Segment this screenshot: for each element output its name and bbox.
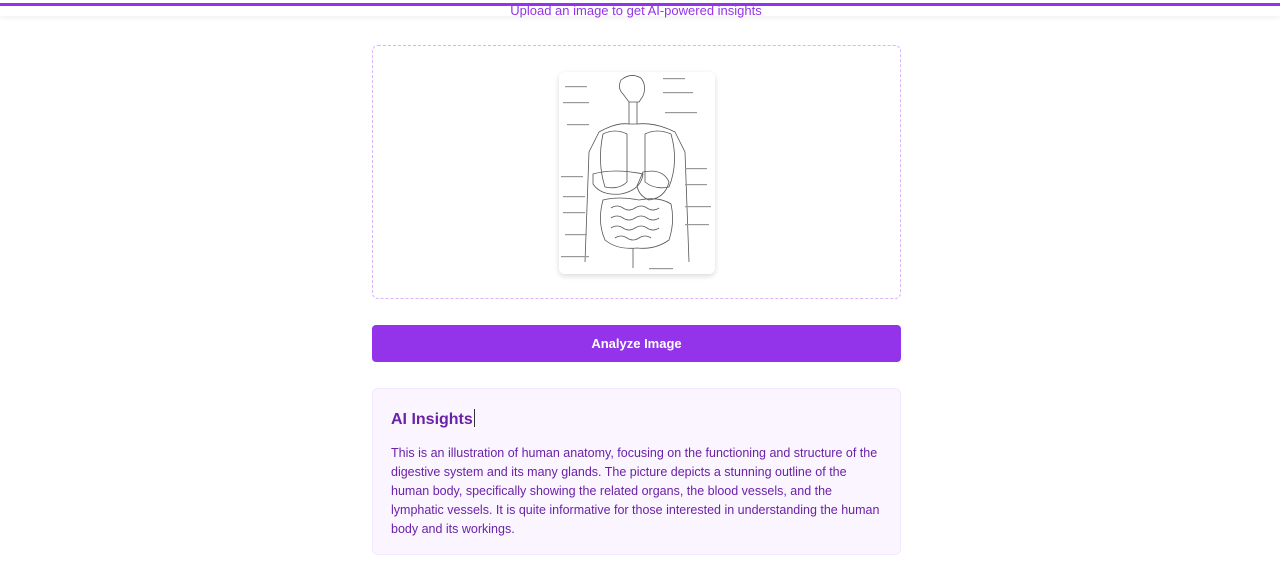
insights-heading: AI Insights	[391, 409, 882, 429]
image-dropzone[interactable]	[372, 45, 901, 299]
ai-insights-panel: AI Insights This is an illustration of h…	[372, 388, 901, 555]
insights-body: This is an illustration of human anatomy…	[391, 446, 880, 536]
insights-title: AI Insights	[391, 411, 473, 428]
anatomy-illustration-icon	[559, 72, 715, 274]
analyze-image-button[interactable]: Analyze Image	[372, 325, 901, 362]
page-subtitle: Upload an image to get AI-powered insigh…	[510, 3, 762, 18]
text-cursor	[473, 409, 475, 427]
uploaded-image-preview	[559, 72, 715, 274]
